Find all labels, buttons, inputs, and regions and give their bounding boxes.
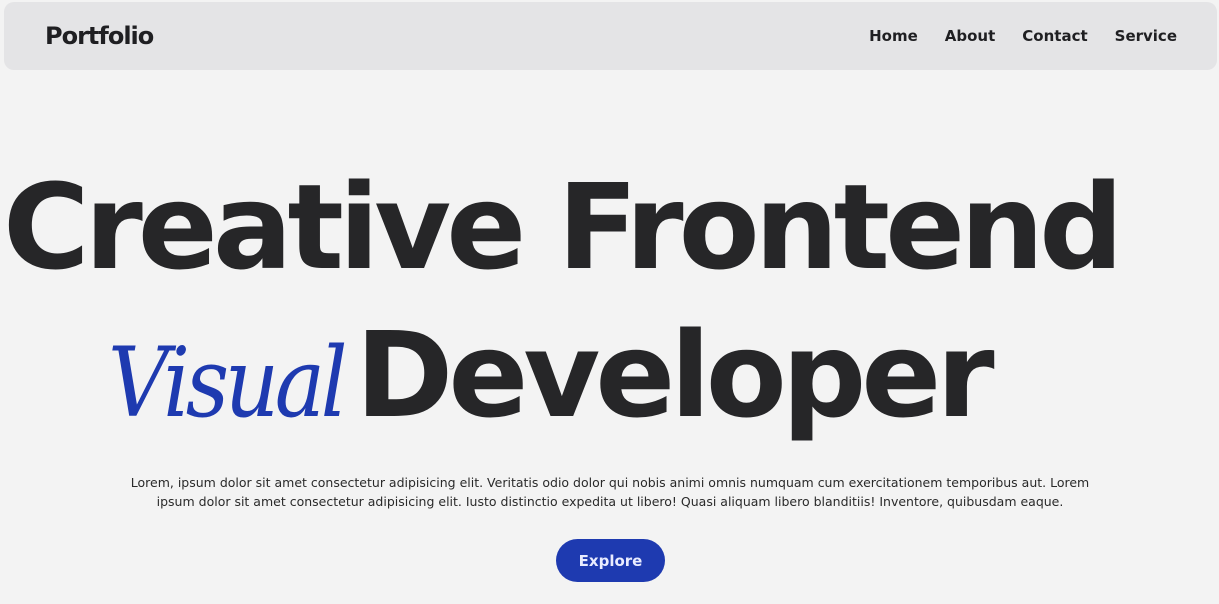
- nav-item-contact: Contact: [1022, 27, 1087, 46]
- nav-link-home[interactable]: Home: [869, 27, 918, 45]
- hero-description: Lorem, ipsum dolor sit amet consectetur …: [130, 475, 1090, 509]
- nav-item-service: Service: [1115, 27, 1177, 46]
- navbar: Portfolio Home About Contact Service: [4, 2, 1217, 70]
- nav-link-contact[interactable]: Contact: [1022, 27, 1087, 45]
- nav-item-about: About: [945, 27, 996, 46]
- nav-link-service[interactable]: Service: [1115, 27, 1177, 45]
- nav-links: Home About Contact Service: [869, 27, 1177, 46]
- hero-accent-word: Visual: [108, 327, 348, 439]
- nav-link-about[interactable]: About: [945, 27, 996, 45]
- nav-item-home: Home: [869, 27, 918, 46]
- hero-heading-word: Developer: [355, 306, 994, 444]
- brand-logo[interactable]: Portfolio: [45, 22, 154, 50]
- hero-heading-line1: Creative Frontend: [3, 158, 1124, 296]
- hero-heading-line2: Visual Developer: [108, 306, 995, 444]
- explore-button[interactable]: Explore: [556, 539, 665, 582]
